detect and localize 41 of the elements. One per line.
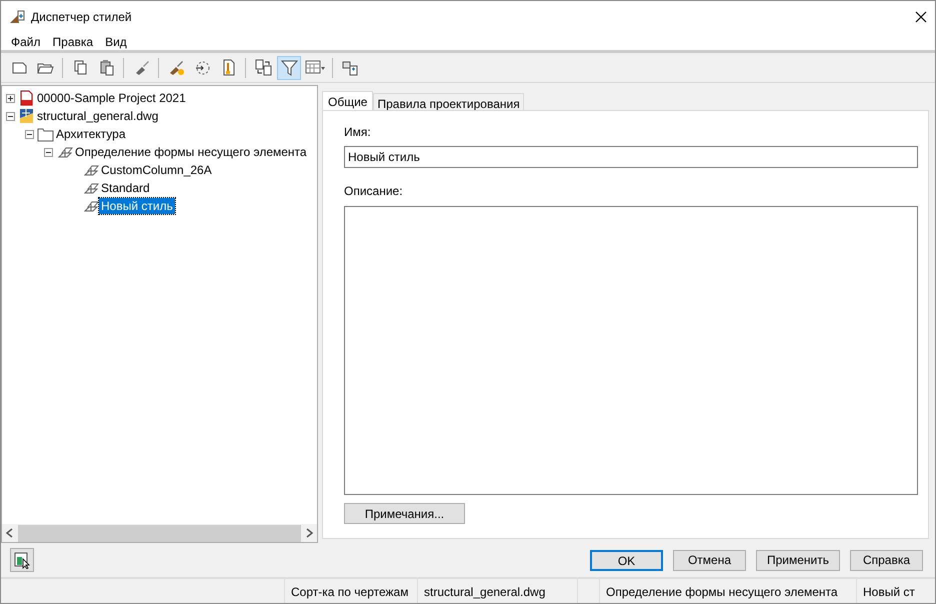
field-label: Имя: [344,124,372,141]
collapse-icon[interactable] [6,112,15,120]
folder-icon [37,126,54,142]
status-text: Новый ст [856,579,935,603]
toolbar-button[interactable] [277,56,301,80]
field-label: Описание: [344,183,404,200]
menu-item[interactable]: Файл [5,32,47,50]
dialog-button[interactable]: Применить [756,550,840,570]
tree-item[interactable]: Архитектура [54,126,128,142]
dialog-button[interactable]: Отмена [672,550,746,570]
compare-icon [254,58,272,77]
notes-button[interactable]: Примечания... [344,503,465,524]
window-title: Диспетчер стилей [31,9,132,26]
tree-item[interactable]: Новый стиль [99,198,175,214]
window-cursor-icon [13,551,31,569]
tree-item[interactable]: CustomColumn_26A [99,162,214,178]
tab[interactable]: Правила проектирования [373,93,524,110]
menu-item[interactable]: Вид [99,32,133,50]
name-field[interactable]: Новый стиль [344,146,918,168]
status-text: structural_general.dwg [417,579,577,603]
status-text: Сорт-ка по чертежам [284,579,417,603]
filter-icon [280,58,298,77]
tree-item[interactable]: Определение формы несущего элемента [73,144,309,160]
dwg-file-icon [18,108,35,124]
close-icon [915,11,927,23]
collapse-icon[interactable] [44,148,53,156]
tree-item[interactable]: Standard [99,180,152,196]
tree-item[interactable]: 00000-Sample Project 2021 [35,90,188,106]
toolbar-button[interactable] [10,548,34,572]
app-icon [9,9,25,25]
collapse-icon[interactable] [25,130,34,138]
menu-item[interactable]: Правка [46,32,100,50]
tab[interactable]: Общие [322,91,374,110]
dialog-button[interactable]: Справка [850,550,923,570]
description-field[interactable] [344,206,918,495]
status-text: Определение формы несущего элемента [599,579,856,603]
dialog-button[interactable]: OK [590,550,663,570]
expand-icon[interactable] [6,94,15,102]
tree-item[interactable]: structural_general.dwg [35,108,160,124]
scrollbar-thumb[interactable] [18,524,301,542]
pdf-file-icon [18,90,35,106]
